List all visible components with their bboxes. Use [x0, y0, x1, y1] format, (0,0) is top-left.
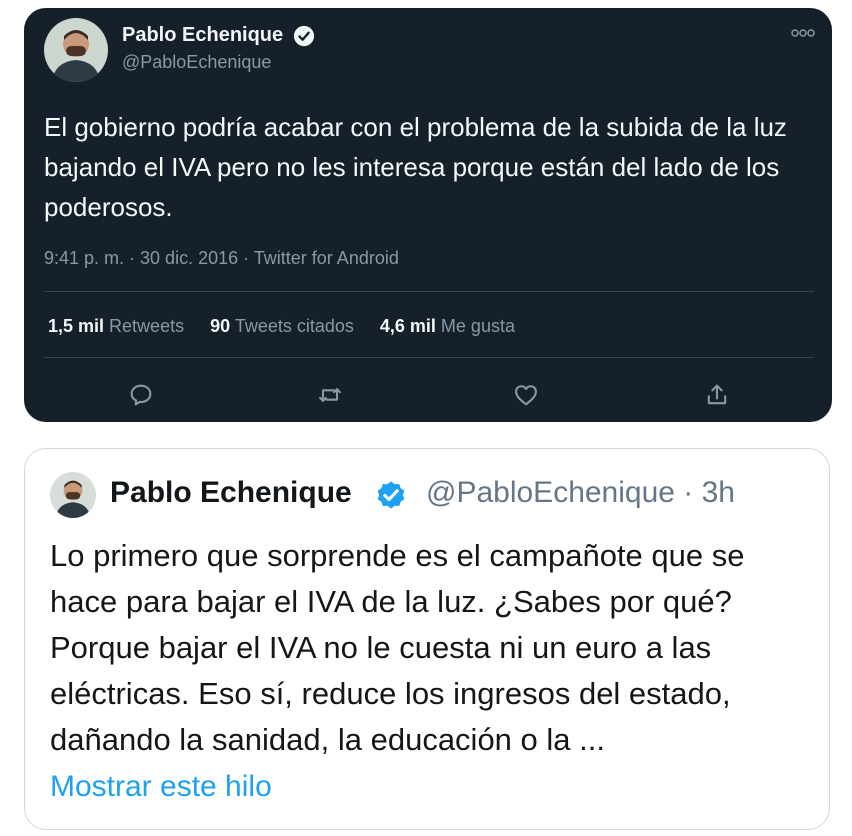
author-name[interactable]: Pablo Echenique	[122, 24, 283, 47]
divider	[44, 357, 814, 358]
retweets-count: 1,5 mil	[48, 316, 105, 336]
tweet-text: Lo primero que sorprende es el campañote…	[50, 538, 745, 757]
likes-count: 4,6 mil	[379, 316, 436, 336]
likes-label: Me gusta	[440, 316, 515, 336]
verified-badge-icon	[293, 25, 315, 47]
retweets-label: Retweets	[109, 316, 185, 336]
avatar[interactable]	[50, 472, 96, 518]
author-handle-and-time[interactable]: @PabloEchenique · 3h	[426, 476, 735, 510]
avatar[interactable]	[44, 18, 108, 82]
retweets-stat[interactable]: 1,5 mil Retweets	[48, 316, 184, 337]
divider	[44, 291, 814, 292]
show-thread-link[interactable]: Mostrar este hilo	[50, 770, 272, 804]
verified-badge-icon	[374, 478, 408, 512]
retweet-icon[interactable]	[316, 381, 344, 409]
likes-stat[interactable]: 4,6 mil Me gusta	[380, 316, 515, 337]
author-handle[interactable]: @PabloEchenique	[122, 52, 271, 73]
quotes-stat[interactable]: 90 Tweets citados	[210, 316, 354, 337]
like-icon[interactable]	[512, 381, 540, 409]
share-icon[interactable]	[703, 381, 731, 409]
author-name[interactable]: Pablo Echenique	[110, 476, 352, 510]
tweet-text: El gobierno podría acabar con el problem…	[44, 112, 787, 222]
quotes-label: Tweets citados	[234, 316, 354, 336]
quotes-count: 90	[210, 316, 231, 336]
tweet-timestamp[interactable]: 9:41 p. m. · 30 dic. 2016 · Twitter for …	[44, 248, 399, 269]
more-options-icon[interactable]	[790, 26, 816, 40]
tweet-stats: 1,5 mil Retweets 90 Tweets citados 4,6 m…	[48, 316, 541, 337]
reply-icon[interactable]	[127, 381, 155, 409]
